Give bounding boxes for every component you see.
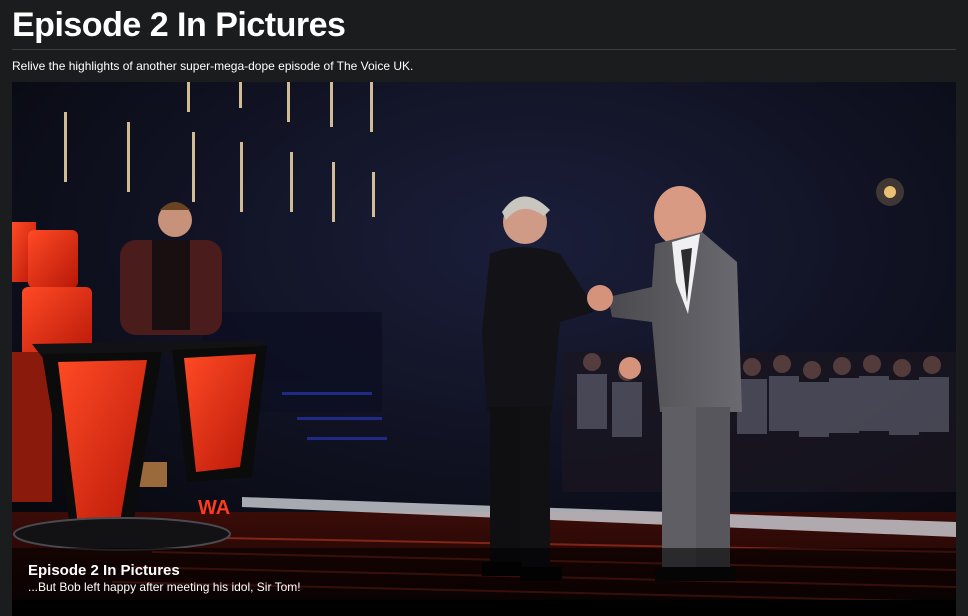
caption-text: ...But Bob left happy after meeting his …: [28, 580, 301, 594]
page-title: Episode 2 In Pictures: [12, 6, 346, 44]
page: Episode 2 In Pictures Relive the highlig…: [0, 0, 968, 616]
handshake: [587, 285, 613, 311]
photo-caption: Episode 2 In Pictures ...But Bob left ha…: [12, 548, 956, 600]
title-divider: [12, 49, 956, 50]
stage-sign: WA: [198, 497, 230, 519]
gallery-photo[interactable]: WA: [12, 82, 956, 616]
photo-gallery[interactable]: WA Episode 2 In Pictures ...But Bob left…: [12, 82, 956, 616]
page-subtitle: Relive the highlights of another super-m…: [12, 59, 414, 73]
caption-title: Episode 2 In Pictures: [28, 562, 180, 579]
thumbnail-strip[interactable]: [12, 600, 956, 616]
